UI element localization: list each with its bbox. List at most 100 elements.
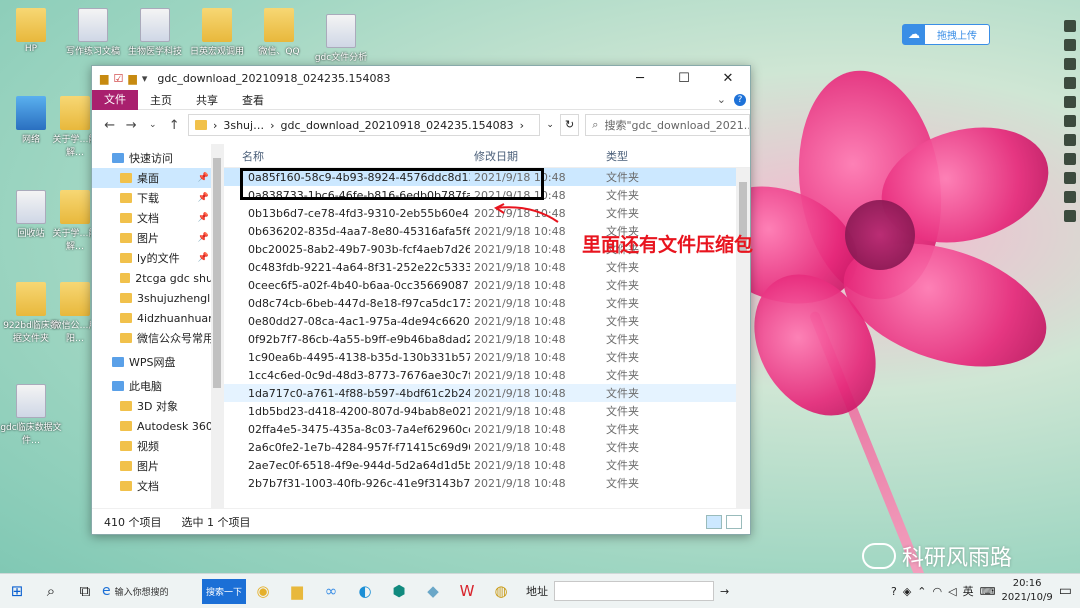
nav-item[interactable]: Autodesk 360 (92, 416, 223, 436)
nav-item[interactable]: 快速访问 (92, 148, 223, 168)
baidu-netdisk-icon[interactable]: ∞ (317, 577, 345, 605)
nav-item[interactable]: 微信公众号常用 (92, 328, 223, 348)
minimize-button[interactable]: ─ (618, 71, 662, 86)
properties-icon[interactable]: ☑ (113, 72, 123, 85)
video-icon (120, 441, 132, 451)
tab-home[interactable]: 主页 (138, 92, 184, 108)
up-arrow-icon[interactable]: ↑ (166, 118, 181, 133)
table-row[interactable]: 2ae7ec0f-6518-4f9e-944d-5d2a64d1d5bf 2021… (224, 456, 750, 474)
nav-scrollbar[interactable] (211, 144, 223, 508)
wps-icon[interactable]: W (453, 577, 481, 605)
desktop-icon-doc-3[interactable]: 日英宏观调用 (186, 8, 248, 57)
taskbar-search-button[interactable]: 搜索一下 (202, 578, 247, 604)
recent-locations-icon[interactable]: ⌄ (145, 120, 160, 130)
help-icon[interactable]: ? (734, 93, 746, 106)
column-header-date[interactable]: 修改日期 (470, 148, 606, 164)
new-folder-icon[interactable]: ▆ (128, 72, 136, 85)
table-row[interactable]: 1cc4c6ed-0c9d-48d3-8773-7676ae30c7f4 2021… (224, 366, 750, 384)
notification-icon[interactable]: ▭ (1059, 583, 1072, 599)
table-row[interactable]: 1da717c0-a761-4f88-b597-4bdf61c2b24b 2021… (224, 384, 750, 402)
nav-item[interactable]: 3D 对象 (92, 396, 223, 416)
desktop-icon-wechat-qq[interactable]: 微信、QQ (248, 8, 310, 57)
baidu-upload-widget[interactable]: ☁ 拖拽上传 (902, 24, 990, 45)
expand-ribbon-icon[interactable]: ⌄ (717, 93, 726, 106)
nav-item[interactable]: ly的文件 📌 (92, 248, 223, 268)
breadcrumb-segment-1[interactable]: 3shuj… (223, 119, 264, 132)
table-row[interactable]: 02ffa4e5-3475-435a-8c03-7a4ef62960cd 2021… (224, 420, 750, 438)
chevron-down-icon[interactable]: ▾ (142, 72, 148, 85)
nav-item[interactable]: 视频 (92, 436, 223, 456)
table-row[interactable]: 1db5bd23-d418-4200-807d-94bab8e021a2 2021… (224, 402, 750, 420)
column-header-type[interactable]: 类型 (606, 148, 686, 164)
table-row[interactable]: 0c483fdb-9221-4a64-8f31-252e22c53339 2021… (224, 258, 750, 276)
table-row[interactable]: 0ceec6f5-a02f-4b40-b6aa-0cc356690877 2021… (224, 276, 750, 294)
file-explorer-icon[interactable]: ▆ (283, 577, 311, 605)
address-path[interactable]: › 3shuj… › gdc_download_20210918_024235.… (187, 114, 541, 136)
ime-indicator[interactable]: 英 (963, 583, 974, 599)
app-icon-3[interactable]: ◍ (487, 577, 515, 605)
table-row[interactable]: 0f92b7f7-86cb-4a55-b9ff-e9b46ba8dad2 2021… (224, 330, 750, 348)
address-label: 地址 (526, 585, 549, 598)
file-list-scrollbar[interactable] (736, 168, 750, 508)
nav-item[interactable]: 图片 📌 (92, 228, 223, 248)
volume-icon[interactable]: ◁ (948, 585, 956, 598)
address-input[interactable] (554, 581, 715, 601)
desktop-icon-gdc-analysis[interactable]: gdc文件分析 (310, 14, 372, 63)
nav-item[interactable]: 文档 (92, 476, 223, 496)
address-dropdown-icon[interactable]: ⌄ (546, 120, 554, 130)
nav-item[interactable]: 文档 📌 (92, 208, 223, 228)
taskbar-search-box[interactable]: e 输入你想搜的 (102, 578, 202, 604)
table-row[interactable]: 0e80dd27-08ca-4ac1-975a-4de94c6620d7 2021… (224, 312, 750, 330)
tab-view[interactable]: 查看 (230, 92, 276, 108)
refresh-button[interactable]: ↻ (559, 114, 580, 136)
annotation-arrow (493, 203, 559, 223)
folder-icon[interactable]: ▆ (100, 72, 108, 85)
column-header-name[interactable]: 名称 (224, 148, 470, 164)
quick-access-toolbar: ▆ ☑ ▆ ▾ (100, 72, 147, 85)
app-icon-1[interactable]: ⬢ (385, 577, 413, 605)
keyboard-icon[interactable]: ⌨ (980, 585, 996, 598)
nav-item[interactable]: 图片 (92, 456, 223, 476)
table-row[interactable]: 2a6c0fe2-1e7b-4284-957f-f71415c69d90 2021… (224, 438, 750, 456)
details-view-icon[interactable] (706, 514, 722, 529)
edge-icon[interactable]: ◐ (351, 577, 379, 605)
search-icon[interactable]: ⌕ (37, 577, 65, 605)
nav-item[interactable]: 2tcga gdc shuju (92, 268, 223, 288)
maximize-button[interactable]: ☐ (662, 71, 706, 86)
table-row[interactable]: 0b13b6d7-ce78-4fd3-9310-2eb55b60e4bd 2021… (224, 204, 750, 222)
file-type: 文件夹 (606, 261, 639, 274)
shield-icon[interactable]: ◈ (903, 585, 911, 598)
back-arrow-icon[interactable]: ← (102, 118, 117, 133)
windows-start-icon[interactable]: ⊞ (3, 577, 31, 605)
desktop-icon-doc-1[interactable]: 写作练习文稿 (62, 8, 124, 57)
nav-item[interactable]: 3shujuzhengli (92, 288, 223, 308)
table-row[interactable]: 0d8c74cb-6beb-447d-8e18-f97ca5dc173d 2021… (224, 294, 750, 312)
clock[interactable]: 20:16 2021/10/9 (1001, 577, 1052, 605)
nav-item[interactable]: WPS网盘 (92, 352, 223, 372)
go-arrow-icon[interactable]: → (720, 585, 729, 598)
file-name: 1cc4c6ed-0c9d-48d3-8773-7676ae30c7f4 (248, 368, 470, 382)
nav-item[interactable]: 下载 📌 (92, 188, 223, 208)
chevron-up-icon[interactable]: ⌃ (917, 585, 926, 598)
forward-arrow-icon[interactable]: → (123, 118, 138, 133)
nav-item[interactable]: 桌面 📌 (92, 168, 223, 188)
chrome-icon[interactable]: ◉ (249, 577, 277, 605)
task-view-icon[interactable]: ⧉ (71, 577, 99, 605)
nav-item[interactable]: 4idzhuanhuang (92, 308, 223, 328)
desktop-icon-doc-2[interactable]: 生物医学科技 (124, 8, 186, 57)
search-input[interactable]: ⌕ 搜索"gdc_download_2021... (585, 114, 751, 136)
tab-file[interactable]: 文件 (92, 89, 138, 110)
breadcrumb-segment-2[interactable]: gdc_download_20210918_024235.154083 (280, 119, 513, 132)
desktop-icon-hp[interactable]: HP (0, 8, 62, 54)
desktop-icon-gdc-clinical[interactable]: gdc临床数据文件… (0, 384, 62, 446)
tab-share[interactable]: 共享 (184, 92, 230, 108)
large-icons-view-icon[interactable] (726, 514, 742, 529)
help-icon[interactable]: ? (891, 585, 897, 598)
close-button[interactable]: ✕ (706, 71, 750, 86)
wifi-icon[interactable]: ◠ (933, 585, 943, 598)
app-icon-2[interactable]: ◆ (419, 577, 447, 605)
table-row[interactable]: 1c90ea6b-4495-4138-b35d-130b331b57ce 2021… (224, 348, 750, 366)
file-name-cell: 1db5bd23-d418-4200-807d-94bab8e021a2 (224, 405, 470, 418)
nav-item[interactable]: 此电脑 (92, 376, 223, 396)
table-row[interactable]: 2b7b7f31-1003-40fb-926c-41e9f3143b7f 2021… (224, 474, 750, 492)
